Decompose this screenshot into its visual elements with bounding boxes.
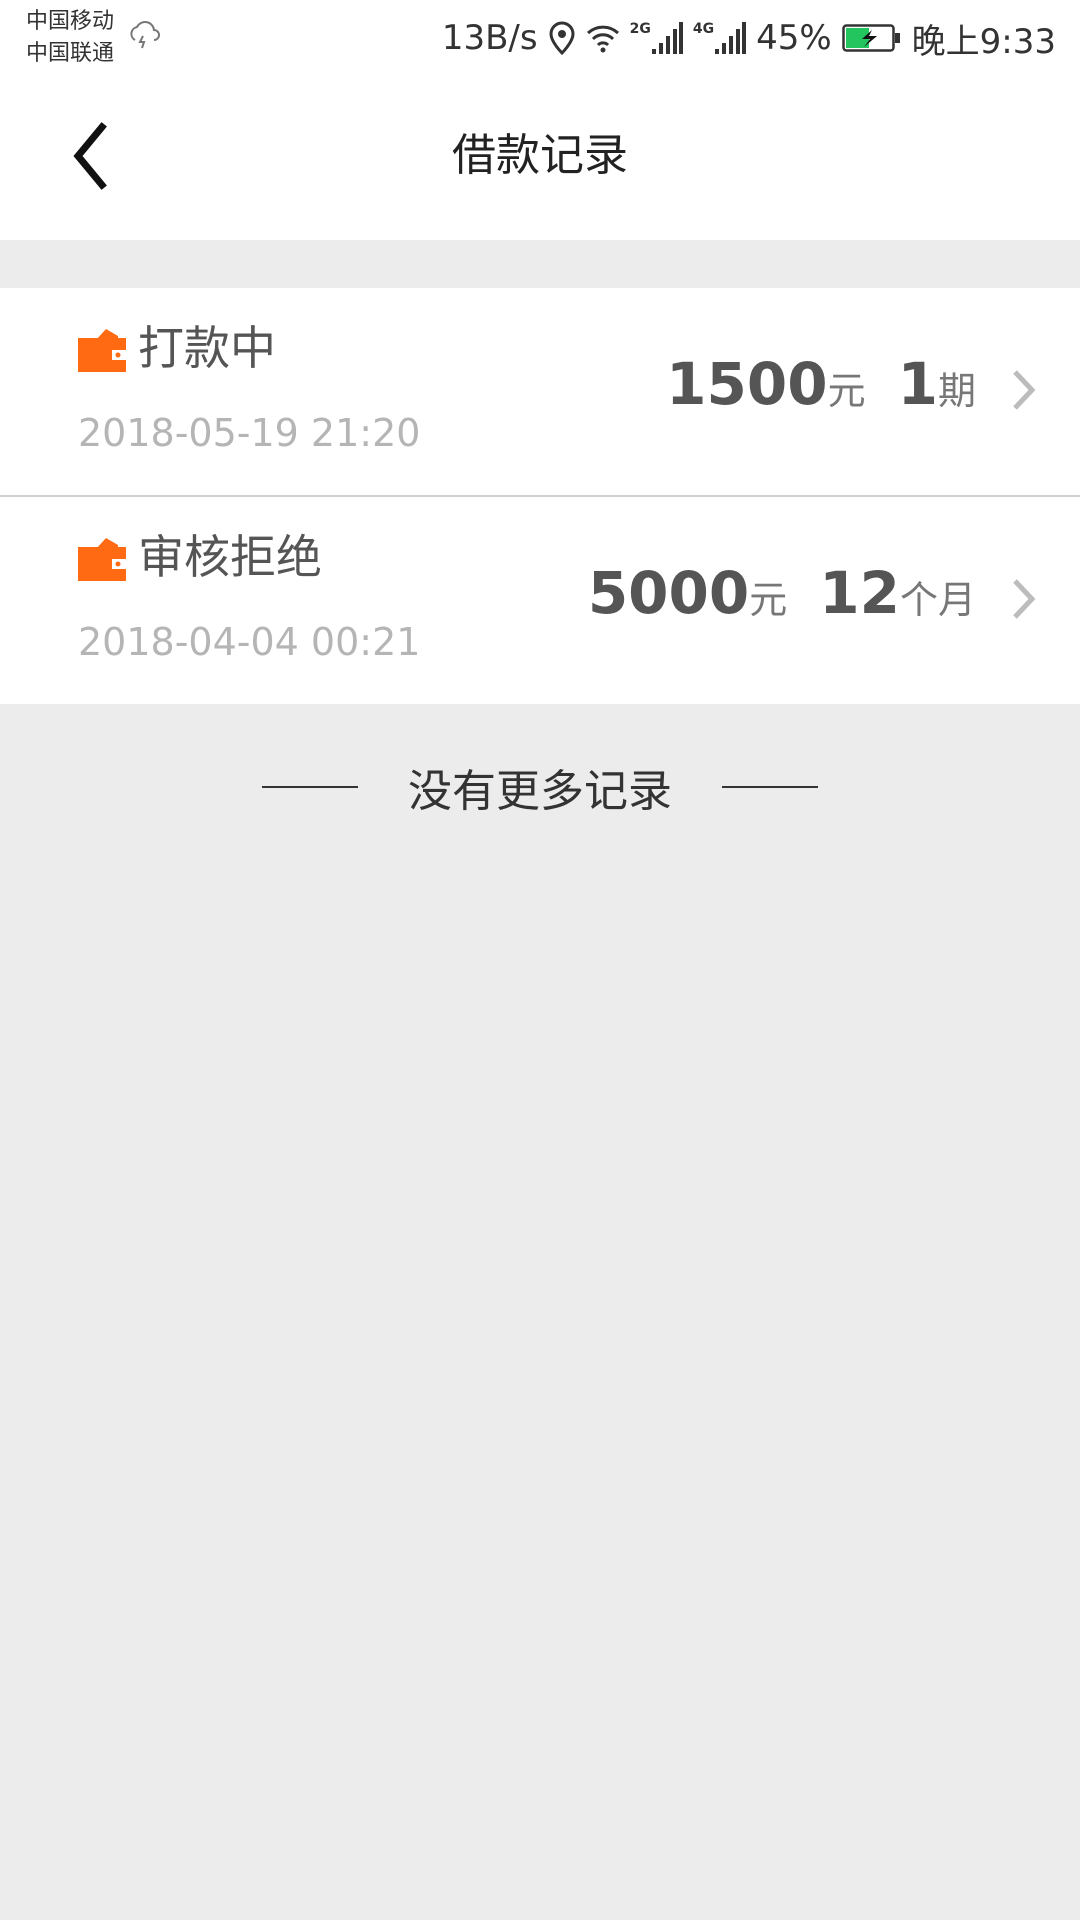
- signal-2g: 2G: [630, 21, 683, 55]
- record-amount: 5000: [587, 559, 750, 627]
- no-more-records: 没有更多记录: [0, 752, 1080, 822]
- battery-charging-icon: [841, 24, 900, 52]
- list-item[interactable]: 打款中 2018-05-19 21:20 1500 元 1 期: [0, 288, 1080, 495]
- record-term: 1: [897, 350, 938, 418]
- record-amount-unit: 元: [827, 369, 866, 413]
- record-term-unit: 个月: [899, 578, 976, 622]
- record-summary: 1500 元 1 期: [666, 350, 976, 430]
- carrier-2: 中国联通: [26, 41, 115, 66]
- thunderstorm-icon: [130, 21, 160, 49]
- network-2g-label: 2G: [629, 21, 651, 37]
- divider-left: [262, 786, 358, 788]
- record-date: 2018-04-04 00:21: [78, 620, 421, 664]
- record-summary: 5000 元 12 个月: [588, 559, 976, 639]
- clock: 晚上9:33: [911, 21, 1056, 62]
- battery-percent: 45%: [756, 18, 832, 58]
- page-title: 借款记录: [452, 130, 628, 181]
- signal-4g: 4G: [692, 21, 747, 55]
- chevron-right-icon: [1013, 370, 1036, 410]
- status-indicators: 13B/s 2G 4G 45% 晚上9:33: [442, 12, 1056, 64]
- wallet-icon: [78, 538, 126, 581]
- record-status: 审核拒绝: [138, 530, 322, 584]
- record-term-unit: 期: [937, 369, 976, 413]
- network-4g-label: 4G: [692, 21, 715, 37]
- list-item[interactable]: 审核拒绝 2018-04-04 00:21 5000 元 12 个月: [0, 495, 1080, 704]
- record-date: 2018-05-19 21:20: [78, 411, 421, 455]
- network-speed: 13B/s: [441, 18, 538, 58]
- record-amount: 1500: [666, 350, 828, 418]
- no-more-text: 没有更多记录: [408, 766, 672, 817]
- signal-bars-icon: [715, 22, 747, 54]
- records-list: 打款中 2018-05-19 21:20 1500 元 1 期 审核拒绝 201…: [0, 288, 1080, 704]
- carrier-1: 中国移动: [26, 9, 115, 34]
- signal-bars-icon: [651, 22, 683, 54]
- location-icon: [549, 21, 575, 55]
- divider-right: [722, 786, 818, 788]
- record-status: 打款中: [138, 321, 276, 375]
- carrier-info: 中国移动 中国联通: [26, 6, 114, 70]
- nav-bar: 借款记录: [0, 76, 1080, 240]
- record-amount-unit: 元: [749, 578, 788, 622]
- wallet-icon: [78, 329, 126, 372]
- chevron-right-icon: [1013, 579, 1036, 619]
- wifi-icon: [586, 25, 619, 53]
- status-bar: 中国移动 中国联通 13B/s 2G 4G 45% 晚上9:33: [0, 0, 1080, 76]
- record-term: 12: [819, 559, 900, 627]
